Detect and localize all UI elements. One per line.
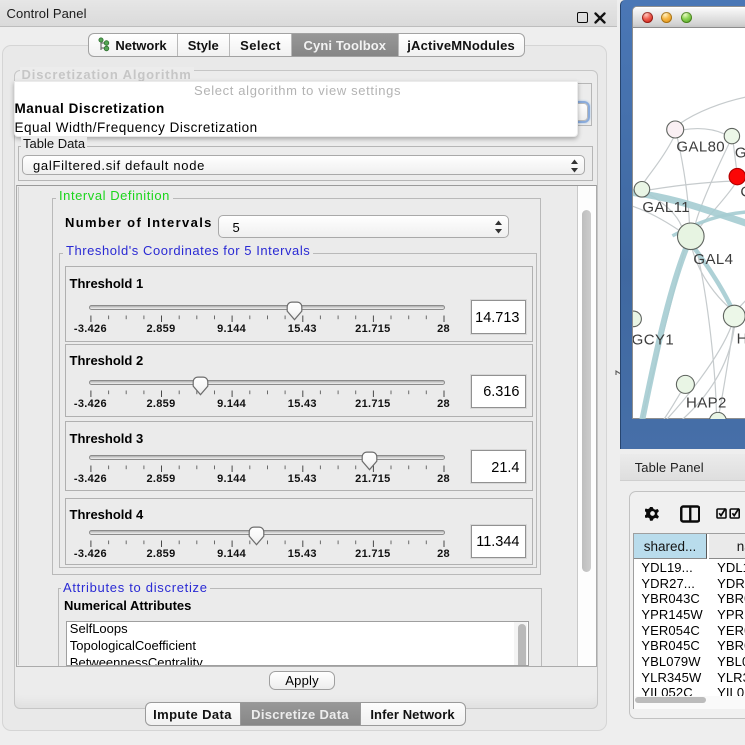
svg-text:HA: HA: [736, 330, 745, 347]
svg-text:GAL80: GAL80: [676, 138, 725, 155]
svg-text:GAL4: GAL4: [693, 251, 733, 268]
svg-text:HAP2: HAP2: [686, 394, 727, 411]
svg-text:GCY1: GCY1: [633, 331, 674, 348]
svg-text:GA: GA: [734, 144, 744, 161]
svg-text:GAL11: GAL11: [642, 199, 690, 216]
svg-text:CR: CR: [740, 183, 745, 200]
